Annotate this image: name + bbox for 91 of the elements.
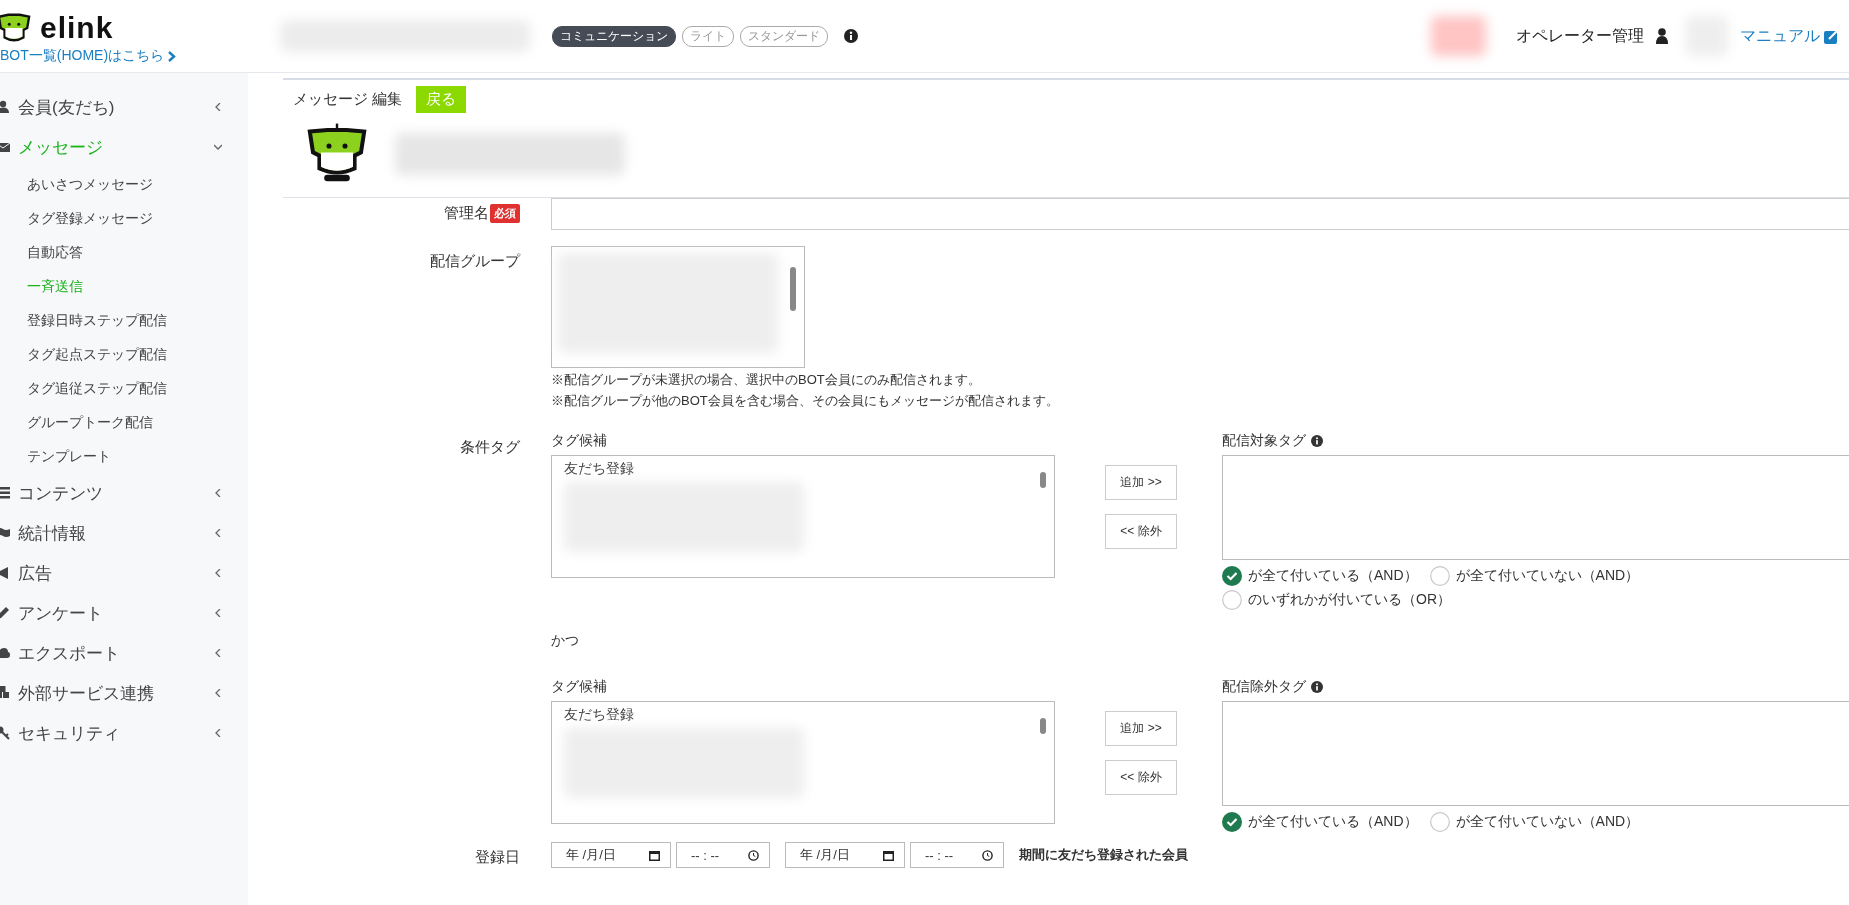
radio-label[interactable]: が全て付いていない（AND） [1455,813,1640,831]
radio-button[interactable] [1222,590,1242,610]
sidebar-subitem[interactable]: タグ登録メッセージ [0,201,248,235]
tag-list-box[interactable]: 友だち登録 [551,701,1055,824]
sidebar-item[interactable]: コンテンツ [0,473,248,513]
radio-label[interactable]: が全て付いている（AND） [1248,567,1418,585]
sidebar-subitem[interactable]: タグ追従ステップ配信 [0,371,248,405]
calendar-icon[interactable] [649,849,660,861]
sidebar-item[interactable]: 会員(友だち) [0,87,248,127]
field-label: 条件タグ [460,438,520,457]
sidebar-subitem[interactable]: テンプレート [0,439,248,473]
sidebar-item[interactable]: アンケート [0,593,248,633]
external-link-icon [1824,28,1839,44]
chevron-right-icon [167,50,177,62]
chevron-icon [214,569,222,577]
pencil-icon [0,606,10,620]
tag-candidates-label: タグ候補 [551,678,608,696]
target-tags-label: 配信除外タグ [1222,678,1306,696]
info-icon[interactable] [844,29,858,43]
sidebar-item[interactable]: エクスポート [0,633,248,673]
sidebar-subitem[interactable]: 登録日時ステップ配信 [0,303,248,337]
tag-list-box[interactable]: 友だち登録 [551,455,1055,578]
chevron-icon [214,489,222,497]
list-option[interactable]: 友だち登録 [564,460,804,478]
blurred-image [1431,16,1486,56]
date-input-field[interactable]: 年 /月/日 [551,842,671,868]
time-input-field[interactable]: -- : -- [676,842,770,868]
add-button[interactable]: 追加 >> [1105,465,1177,500]
date-range-note: 期間に友だち登録された会員 [1019,846,1188,864]
home-link[interactable]: BOT一覧(HOME)はこちら [0,47,270,65]
sidebar-subitem[interactable]: タグ起点ステップ配信 [0,337,248,371]
operator-menu[interactable]: オペレーター管理 [1516,25,1644,47]
help-note: ※配信グループが他のBOT会員を含む場合、その会員にもメッセージが配信されます。 [551,392,1059,410]
chevron-icon [214,103,222,111]
selected-tags-box[interactable] [1222,455,1849,560]
add-button[interactable]: 追加 >> [1105,711,1177,746]
user-icon [0,100,10,114]
list-icon [0,486,10,500]
sidebar-item[interactable]: 統計情報 [0,513,248,553]
remove-button[interactable]: << 除外 [1105,760,1177,795]
sidebar-item[interactable]: 広告 [0,553,248,593]
field-label: 配信グループ [430,252,520,271]
chevron-icon [214,609,222,617]
field-label: 管理名 [444,204,489,223]
date-input-field[interactable]: 年 /月/日 [785,842,905,868]
plan-badge: ライト [682,25,734,47]
sidebar-subitem[interactable]: あいさつメッセージ [0,167,248,201]
radio-button[interactable] [1429,566,1450,586]
remove-button[interactable]: << 除外 [1105,514,1177,549]
target-tags-label: 配信対象タグ [1222,432,1306,450]
logo-text: elink [40,11,114,45]
plan-badge: コミュニケーション [552,25,676,47]
page-title: メッセージ 編集 [293,90,403,109]
chevron-icon [214,729,222,737]
flag-icon [0,526,10,540]
radio-button[interactable] [1222,812,1242,832]
plan-badge: スタンダード [740,25,828,47]
chevron-icon [214,689,222,697]
sidebar-subitem[interactable]: 自動応答 [0,235,248,269]
chevron-icon [214,529,222,537]
selected-tags-box[interactable] [1222,701,1849,806]
key-icon [0,726,10,740]
list-option[interactable]: 友だち登録 [564,706,804,724]
cubes-icon [0,686,10,700]
tag-candidates-label: タグ候補 [551,432,608,450]
time-input-field[interactable]: -- : -- [910,842,1004,868]
group-list-box[interactable] [551,246,805,368]
radio-label[interactable]: のいずれかが付いている（OR） [1248,591,1451,609]
cloud-icon [0,646,10,660]
field-label: 登録日 [475,848,520,867]
megaphone-icon [0,566,10,580]
conjunction-label: かつ [551,632,580,650]
info-icon[interactable] [1311,435,1323,447]
chevron-icon [214,649,222,657]
name-input-field[interactable] [551,198,1849,230]
help-note: ※配信グループが未選択の場合、選択中のBOT会員にのみ配信されます。 [551,371,982,389]
clock-icon[interactable] [748,849,759,861]
sidebar-item[interactable]: 外部サービス連携 [0,673,248,713]
sidebar-item[interactable]: セキュリティ [0,713,248,753]
radio-label[interactable]: が全て付いていない（AND） [1455,567,1640,585]
clock-icon[interactable] [982,849,993,861]
manual-link[interactable]: マニュアル [1740,25,1820,47]
calendar-icon[interactable] [883,849,894,861]
radio-button[interactable] [1222,566,1242,586]
user-icon [1656,28,1668,44]
radio-button[interactable] [1429,812,1450,832]
info-icon[interactable] [1311,681,1323,693]
radio-label[interactable]: が全て付いている（AND） [1248,813,1418,831]
required-badge: 必須 [490,204,520,223]
sidebar-subitem[interactable]: グループトーク配信 [0,405,248,439]
chevron-icon [214,143,222,151]
